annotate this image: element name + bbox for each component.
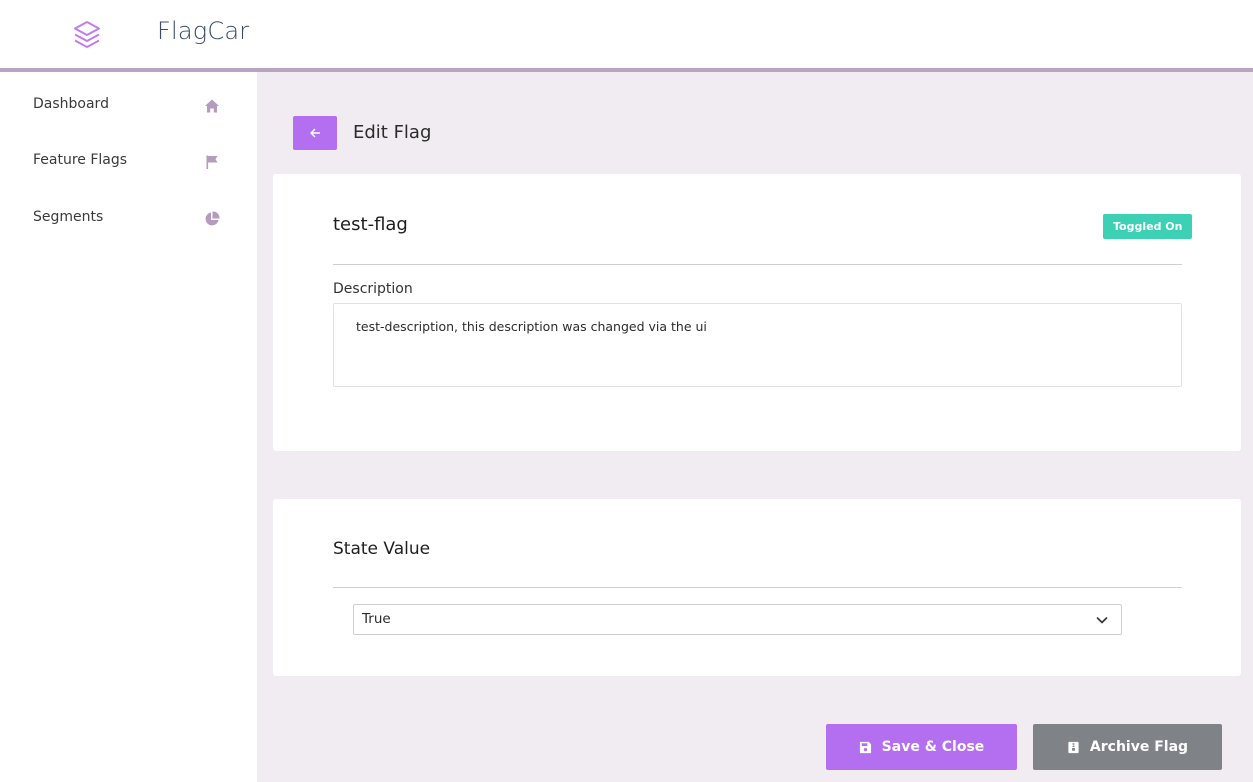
flag-details-card: test-flag Toggled On Description test-de… [273, 174, 1241, 451]
arrow-left-icon [310, 128, 321, 138]
archive-icon [1068, 741, 1079, 753]
home-icon [205, 99, 219, 113]
floppy-disk-icon [859, 741, 871, 753]
sidebar-item-label: Feature Flags [33, 152, 128, 168]
divider [333, 587, 1182, 588]
status-badge: Toggled On [1103, 214, 1193, 239]
state-value-selected: True [362, 611, 391, 627]
top-header: FlagCar [0, 0, 1253, 72]
main-content: Edit Flag test-flag Toggled On Descripti… [257, 72, 1253, 782]
flag-name: test-flag [333, 214, 408, 235]
sidebar-item-segments[interactable]: Segments [0, 199, 257, 239]
archive-flag-button[interactable]: Archive Flag [1033, 724, 1222, 770]
state-value-title: State Value [333, 539, 431, 559]
state-value-select[interactable]: True [353, 604, 1122, 635]
divider [333, 264, 1182, 265]
sidebar-item-dashboard[interactable]: Dashboard [0, 86, 257, 126]
description-label: Description [333, 281, 413, 297]
page-title: Edit Flag [353, 122, 432, 143]
sidebar: Dashboard Feature Flags Segments [0, 72, 257, 782]
pie-chart-icon [205, 211, 220, 226]
back-button[interactable] [293, 116, 337, 150]
archive-flag-label: Archive Flag [1089, 739, 1189, 755]
chevron-down-icon [1096, 617, 1108, 624]
description-textarea[interactable]: test-description, this description was c… [333, 303, 1182, 387]
sidebar-item-label: Dashboard [33, 96, 109, 112]
layers-logo-icon[interactable] [72, 19, 102, 51]
save-close-button[interactable]: Save & Close [826, 724, 1017, 770]
sidebar-item-feature-flags[interactable]: Feature Flags [0, 142, 257, 182]
save-close-label: Save & Close [881, 739, 985, 755]
description-text: test-description, this description was c… [356, 319, 707, 334]
app-title[interactable]: FlagCar [157, 17, 249, 45]
sidebar-item-label: Segments [33, 209, 104, 225]
state-value-card: State Value True [273, 499, 1241, 676]
flag-icon [206, 155, 218, 169]
